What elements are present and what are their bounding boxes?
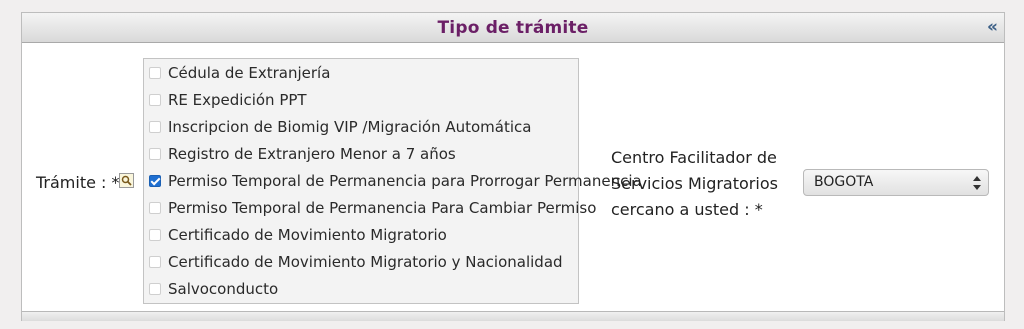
checkbox[interactable] bbox=[149, 121, 161, 133]
option-label: RE Expedición PPT bbox=[168, 91, 307, 109]
list-item[interactable]: Certificado de Movimiento Migratorio bbox=[149, 224, 447, 246]
select-value: BOGOTA bbox=[814, 174, 874, 190]
panel-title: Tipo de trámite bbox=[437, 18, 589, 38]
checkbox[interactable] bbox=[149, 94, 161, 106]
option-label: Salvoconducto bbox=[168, 280, 279, 298]
list-item[interactable]: Permiso Temporal de Permanencia Para Cam… bbox=[149, 197, 596, 219]
list-item[interactable]: Cédula de Extranjería bbox=[149, 62, 330, 84]
list-item[interactable]: Permiso Temporal de Permanencia para Pro… bbox=[149, 170, 642, 192]
list-item[interactable]: RE Expedición PPT bbox=[149, 89, 307, 111]
option-label: Certificado de Movimiento Migratorio bbox=[168, 226, 447, 244]
list-item[interactable]: Inscripcion de Biomig VIP /Migración Aut… bbox=[149, 116, 531, 138]
option-label: Permiso Temporal de Permanencia para Pro… bbox=[168, 172, 642, 190]
checkbox[interactable] bbox=[149, 148, 161, 160]
checkbox[interactable] bbox=[149, 283, 161, 295]
centro-label-line: cercano a usted : * bbox=[611, 200, 763, 219]
panel-header: Tipo de trámite « bbox=[22, 13, 1004, 43]
option-label: Registro de Extranjero Menor a 7 años bbox=[168, 145, 456, 163]
search-icon[interactable] bbox=[119, 173, 134, 188]
option-label: Certificado de Movimiento Migratorio y N… bbox=[168, 253, 563, 271]
checkbox[interactable] bbox=[149, 202, 161, 214]
checkbox[interactable] bbox=[149, 256, 161, 268]
list-item[interactable]: Registro de Extranjero Menor a 7 años bbox=[149, 143, 456, 165]
option-label: Cédula de Extranjería bbox=[168, 64, 331, 82]
next-section-header bbox=[22, 311, 1004, 321]
centro-label-line: Servicios Migratorios bbox=[611, 174, 778, 193]
checkbox[interactable] bbox=[149, 229, 161, 241]
list-item[interactable]: Certificado de Movimiento Migratorio y N… bbox=[149, 251, 563, 273]
list-item[interactable]: Salvoconducto bbox=[149, 278, 278, 300]
checkbox[interactable] bbox=[149, 67, 161, 79]
tramite-listbox[interactable]: Cédula de Extranjería RE Expedición PPT … bbox=[143, 58, 642, 304]
option-label: Permiso Temporal de Permanencia Para Cam… bbox=[168, 199, 597, 217]
tramite-label: Trámite : * bbox=[36, 173, 120, 192]
option-label: Inscripcion de Biomig VIP /Migración Aut… bbox=[168, 118, 532, 136]
updown-arrows-icon bbox=[973, 176, 981, 190]
centro-select[interactable]: BOGOTA bbox=[803, 169, 989, 196]
checkbox-checked[interactable] bbox=[149, 175, 161, 187]
centro-label-line: Centro Facilitador de bbox=[611, 148, 777, 167]
tipo-tramite-panel: Tipo de trámite « Trámite : * Cédula de … bbox=[21, 12, 1005, 321]
collapse-icon[interactable]: « bbox=[987, 17, 998, 37]
centro-label: Centro Facilitador de Servicios Migrator… bbox=[611, 145, 801, 223]
